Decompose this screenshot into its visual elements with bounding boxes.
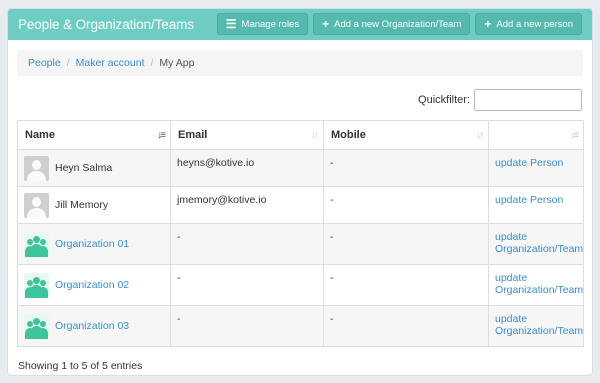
table-row: Organization 02 - - update Organization/T… <box>17 264 584 306</box>
mobile-cell: - <box>323 305 489 347</box>
sort-filter-icon: ↓≡ <box>570 130 579 141</box>
panel-header: People & Organization/Teams ☰ Manage rol… <box>8 9 592 40</box>
name-cell: Organization 02 <box>17 264 171 306</box>
email-cell: - <box>170 223 324 265</box>
header-actions: ☰ Manage roles + Add a new Organization/… <box>216 13 582 35</box>
mobile-cell: - <box>323 186 489 224</box>
quickfilter-input[interactable] <box>474 89 582 111</box>
breadcrumb-separator: / <box>150 57 154 69</box>
add-organization-button[interactable]: + Add a new Organization/Team <box>313 13 471 35</box>
people-panel: People & Organization/Teams ☰ Manage rol… <box>7 8 593 376</box>
list-icon: ☰ <box>225 17 237 31</box>
email-cell: jmemory@kotive.io <box>170 186 324 224</box>
breadcrumb-current: My App <box>159 57 195 69</box>
action-cell: update Person <box>488 149 584 187</box>
quickfilter-label: Quickfilter: <box>418 94 470 106</box>
update-organization-link[interactable]: update Organization/Team <box>495 272 583 296</box>
breadcrumb-separator: / <box>66 57 70 69</box>
column-header-actions[interactable]: ↓≡ <box>488 120 584 150</box>
mobile-cell: - <box>323 223 489 265</box>
page-title: People & Organization/Teams <box>18 17 194 32</box>
update-organization-line1: update <box>495 231 528 243</box>
column-header-name[interactable]: Name ↓≡ <box>17 120 171 150</box>
organization-name-link[interactable]: Organization 01 <box>55 238 129 250</box>
people-table: Name ↓≡ Email ↓↑ Mobile ↓↑ ↓≡ Heyn Salma… <box>17 120 584 347</box>
update-organization-link[interactable]: update Organization/Team <box>495 231 583 255</box>
manage-roles-button[interactable]: ☰ Manage roles <box>216 13 309 35</box>
breadcrumb-people[interactable]: People <box>28 57 61 69</box>
table-header-row: Name ↓≡ Email ↓↑ Mobile ↓↑ ↓≡ <box>17 120 584 150</box>
breadcrumb-maker-account[interactable]: Maker account <box>76 57 145 69</box>
update-organization-line1: update <box>495 313 528 325</box>
update-organization-line2: Organization/Team <box>495 284 584 296</box>
organization-icon <box>24 231 49 257</box>
add-person-button[interactable]: + Add a new person <box>475 13 582 35</box>
name-cell: Heyn Salma <box>17 149 171 187</box>
table-row: Organization 03 - - update Organization/T… <box>17 305 584 347</box>
plus-icon: + <box>484 17 492 31</box>
add-person-label: Add a new person <box>496 18 573 30</box>
column-name-label: Name <box>25 129 55 141</box>
column-mobile-label: Mobile <box>331 129 366 141</box>
action-cell: update Organization/Team <box>488 305 584 347</box>
organization-icon <box>24 313 49 339</box>
name-cell: Jill Memory <box>17 186 171 224</box>
person-avatar-icon <box>24 192 49 218</box>
mobile-cell: - <box>323 149 489 187</box>
breadcrumb: People / Maker account / My App <box>17 50 583 76</box>
update-person-link[interactable]: update Person <box>495 194 563 206</box>
sort-icon: ↓↑ <box>476 130 484 141</box>
email-cell: - <box>170 305 324 347</box>
quickfilter: Quickfilter: <box>418 89 582 111</box>
organization-name-link[interactable]: Organization 02 <box>55 279 129 291</box>
person-name: Jill Memory <box>55 199 109 211</box>
name-cell: Organization 03 <box>17 305 171 347</box>
update-organization-line2: Organization/Team <box>495 325 584 337</box>
organization-icon <box>24 272 49 298</box>
name-cell: Organization 01 <box>17 223 171 265</box>
add-organization-label: Add a new Organization/Team <box>334 18 462 30</box>
table-info: Showing 1 to 5 of 5 entries <box>18 360 143 372</box>
update-person-link[interactable]: update Person <box>495 157 563 169</box>
update-organization-line1: update <box>495 272 528 284</box>
manage-roles-label: Manage roles <box>241 18 300 30</box>
email-cell: - <box>170 264 324 306</box>
table-row: Heyn Salma heyns@kotive.io - update Pers… <box>17 149 584 187</box>
person-avatar-icon <box>24 155 49 181</box>
action-cell: update Organization/Team <box>488 223 584 265</box>
column-header-mobile[interactable]: Mobile ↓↑ <box>323 120 489 150</box>
email-cell: heyns@kotive.io <box>170 149 324 187</box>
plus-icon: + <box>322 17 330 31</box>
organization-name-link[interactable]: Organization 03 <box>55 320 129 332</box>
column-header-email[interactable]: Email ↓↑ <box>170 120 324 150</box>
sort-ascending-icon: ↓≡ <box>157 130 166 141</box>
person-name: Heyn Salma <box>55 162 113 174</box>
sort-icon: ↓↑ <box>311 130 319 141</box>
column-email-label: Email <box>178 129 208 141</box>
update-organization-link[interactable]: update Organization/Team <box>495 313 583 337</box>
update-organization-line2: Organization/Team <box>495 243 584 255</box>
table-row: Organization 01 - - update Organization/T… <box>17 223 584 265</box>
action-cell: update Person <box>488 186 584 224</box>
mobile-cell: - <box>323 264 489 306</box>
table-row: Jill Memory jmemory@kotive.io - update P… <box>17 186 584 224</box>
action-cell: update Organization/Team <box>488 264 584 306</box>
